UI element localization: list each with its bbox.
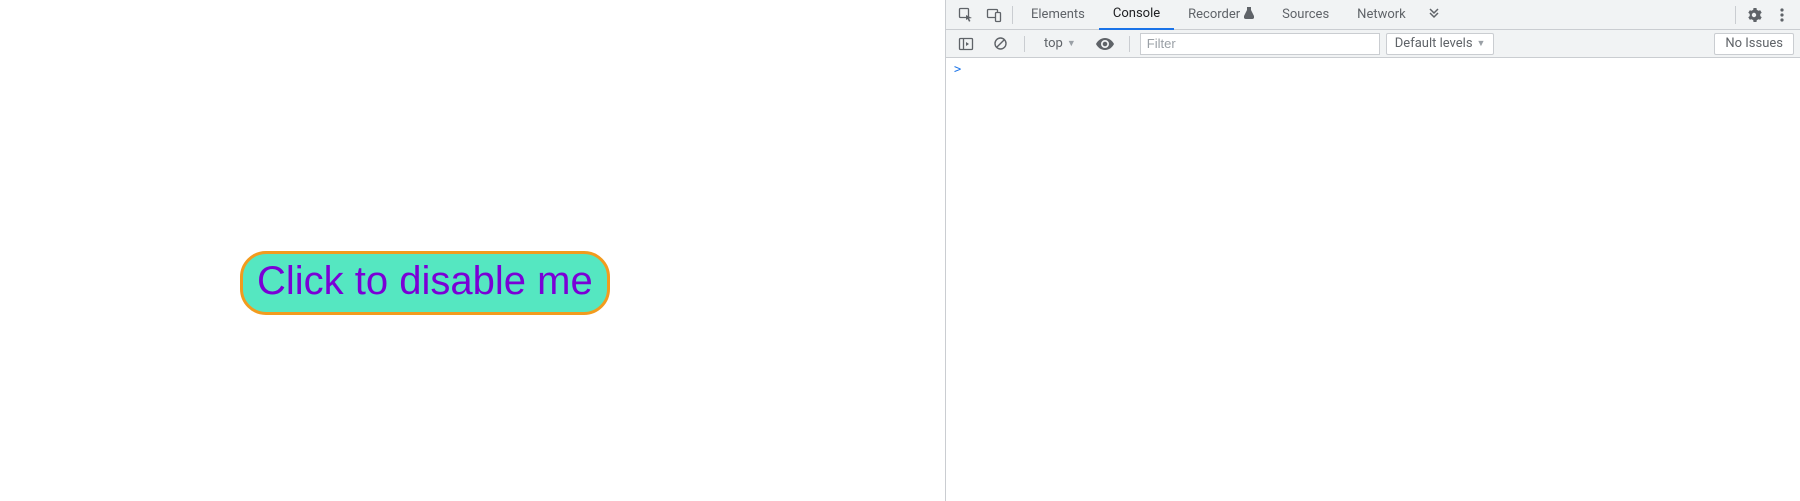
tab-sources[interactable]: Sources [1268, 0, 1343, 30]
separator [1735, 6, 1736, 24]
tab-label: Network [1357, 7, 1406, 22]
flask-icon [1244, 7, 1254, 23]
execution-context-label: top [1044, 36, 1063, 51]
issues-button[interactable]: No Issues [1714, 33, 1794, 55]
tab-label: Sources [1282, 7, 1329, 22]
console-prompt-icon: > [954, 62, 961, 76]
log-levels-label: Default levels [1395, 36, 1473, 51]
live-expression-icon[interactable] [1091, 30, 1119, 58]
kebab-menu-icon[interactable] [1768, 1, 1796, 29]
console-output[interactable]: > [946, 58, 1800, 501]
tab-label: Elements [1031, 7, 1085, 22]
devtools-tab-bar: Elements Console Recorder Sources Networ… [946, 0, 1800, 30]
separator [1024, 36, 1025, 52]
separator [1012, 6, 1013, 24]
tab-label: Console [1113, 6, 1160, 21]
click-to-disable-button[interactable]: Click to disable me [240, 251, 610, 315]
separator [1129, 36, 1130, 52]
page-viewport: Click to disable me [0, 0, 945, 501]
inspect-element-icon[interactable] [952, 1, 980, 29]
chevron-down-icon: ▼ [1477, 38, 1486, 49]
log-levels-selector[interactable]: Default levels ▼ [1386, 33, 1495, 55]
tab-elements[interactable]: Elements [1017, 0, 1099, 30]
console-filter-input[interactable] [1140, 33, 1380, 55]
settings-icon[interactable] [1740, 1, 1768, 29]
devtools-panel: Elements Console Recorder Sources Networ… [945, 0, 1800, 501]
tab-label: Recorder [1188, 7, 1240, 22]
execution-context-selector[interactable]: top ▼ [1035, 33, 1085, 55]
tab-recorder[interactable]: Recorder [1174, 0, 1268, 30]
more-tabs-icon[interactable] [1420, 1, 1448, 29]
console-toolbar: top ▼ Default levels ▼ No Issues [946, 30, 1800, 58]
console-sidebar-toggle-icon[interactable] [952, 30, 980, 58]
issues-label: No Issues [1725, 36, 1783, 51]
chevron-down-icon: ▼ [1067, 38, 1076, 49]
clear-console-icon[interactable] [986, 30, 1014, 58]
tab-console[interactable]: Console [1099, 0, 1174, 30]
device-toolbar-icon[interactable] [980, 1, 1008, 29]
tab-network[interactable]: Network [1343, 0, 1420, 30]
